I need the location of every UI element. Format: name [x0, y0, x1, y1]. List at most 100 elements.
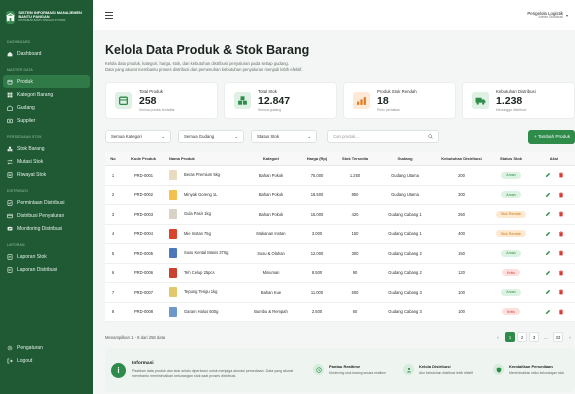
feature-kelola-distribusi: Kelola Distribusi Atur kebutuhan distribu… — [403, 364, 479, 376]
user-menu[interactable]: Pengelola Logistik Admin Distribusi ▾ — [527, 11, 568, 20]
column-header-harga-rp: Harga (Rp) — [300, 151, 334, 167]
trash-icon[interactable] — [557, 211, 564, 218]
cell-aksi — [533, 185, 575, 206]
search-icon — [428, 133, 433, 140]
cell-no: 8 — [105, 302, 121, 323]
content: Kelola Data Produk & Stok Barang Kelola … — [93, 30, 575, 393]
edit-icon[interactable] — [544, 211, 551, 218]
status-badge: Kritis — [502, 269, 520, 277]
edit-icon[interactable] — [544, 230, 551, 237]
cell-no: 2 — [105, 185, 121, 206]
cell-harga-rp: 12.000 — [300, 243, 334, 264]
sidebar-item-laporan-distribusi[interactable]: Laporan Distribusi — [0, 263, 93, 276]
cell-nama-produk: Gula Pasir 1kg — [166, 204, 242, 225]
search-input[interactable]: Cari produk... — [327, 130, 439, 144]
trash-icon[interactable] — [557, 308, 564, 315]
sidebar-item-pengaturan[interactable]: Pengaturan — [0, 341, 93, 354]
feature-pantau-realtime: Pantau Realtime Monitoring stok barang se… — [313, 364, 389, 376]
product-name: Garam Halus 500g — [184, 308, 219, 314]
sidebar-item-permintaan-distribusi[interactable]: Permintaan Distribusi — [0, 196, 93, 209]
cell-harga-rp: 8.500 — [300, 263, 334, 284]
status-badge: Stok Rendah — [495, 230, 527, 238]
page-button-3[interactable]: 3 — [529, 332, 539, 343]
sidebar-section-persediaan-stok: PERSEDIAAN STOK — [7, 135, 42, 139]
edit-icon[interactable] — [544, 308, 551, 315]
monitor-icon — [7, 226, 13, 232]
product-image — [169, 228, 177, 239]
menu-icon[interactable] — [105, 11, 113, 19]
page-button-33[interactable]: 33 — [553, 332, 563, 343]
main-area: Pengelola Logistik Admin Distribusi ▾ Ke… — [93, 0, 575, 394]
product-image — [169, 170, 177, 181]
table-row[interactable]: 1 PRD-0001 Beras Premium 5kg Bahan Pokok 75.… — [105, 165, 575, 186]
cell-nama-produk: Minyak Goreng 1L — [166, 185, 242, 206]
status-badge: Kritis — [502, 308, 520, 316]
sidebar-item-label: Pengaturan — [17, 344, 43, 351]
page-desc-line-2: Data yang akurat membantu proses distrib… — [105, 67, 303, 73]
page-button-2[interactable]: 2 — [517, 332, 527, 343]
sidebar-item-stok-barang[interactable]: Stok Barang — [0, 142, 93, 155]
cell-kode-produk: PRD-0003 — [121, 204, 166, 225]
brand[interactable]: SISTEM INFORMASI MANAJEMEN BANTU PANGAN … — [0, 0, 93, 32]
cell-kategori: Bahan Kue — [242, 282, 300, 303]
table-row[interactable]: 8 PRD-0008 Garam Halus 500g Bumbu & Rempah 2… — [105, 302, 575, 323]
table-row[interactable]: 3 PRD-0003 Gula Pasir 1kg Bahan Pokok 15.000… — [105, 204, 575, 225]
page-button-1[interactable]: 1 — [505, 332, 515, 343]
prev-page-button[interactable]: ‹ — [493, 332, 503, 342]
sidebar-item-monitoring-distribusi[interactable]: Monitoring Distribusi — [0, 222, 93, 235]
sidebar-item-dashboard[interactable]: Dashboard — [0, 47, 93, 60]
sidebar-item-kategori-barang[interactable]: Kategori Barang — [0, 88, 93, 101]
cell-gudang: Gudang Utama — [376, 165, 434, 186]
trash-icon[interactable] — [557, 191, 564, 198]
table-row[interactable]: 2 PRD-0002 Minyak Goreng 1L Bahan Pokok 18.5… — [105, 185, 575, 206]
edit-icon[interactable] — [544, 269, 551, 276]
sidebar-item-distribusi-penyaluran[interactable]: Distribusi Penyaluran — [0, 209, 93, 222]
warehouse-icon — [7, 105, 13, 111]
cell-kategori: Makanan Instan — [242, 224, 300, 245]
sidebar-item-riwayat-stok[interactable]: Riwayat Stok — [0, 168, 93, 181]
table-row[interactable]: 7 PRD-0007 Tepung Terigu 1kg Bahan Kue 11.00… — [105, 282, 575, 303]
table-row[interactable]: 6 PRD-0006 Teh Celup 25pcs Minuman 8.500 90 Gu… — [105, 263, 575, 284]
trash-icon[interactable] — [557, 250, 564, 257]
cell-kode-produk: PRD-0004 — [121, 224, 166, 245]
warehouse-select[interactable]: Semua Gudang ⌄ — [178, 130, 244, 144]
add-product-button[interactable]: + Tambah Produk — [527, 129, 575, 144]
stat-note: Semua produk terdaftar — [139, 107, 175, 112]
request-icon — [7, 199, 13, 206]
table-row[interactable]: 5 PRD-0005 Susu Kental Manis 370g Susu & Ol… — [105, 243, 575, 264]
table-row[interactable]: 4 PRD-0004 Mie Instan 75g Makanan Instan 3.0… — [105, 224, 575, 245]
edit-icon[interactable] — [544, 172, 551, 179]
sidebar-item-mutasi-stok[interactable]: Mutasi Stok — [0, 155, 93, 168]
chart-icon — [353, 91, 370, 109]
trash-icon[interactable] — [557, 269, 564, 276]
edit-icon[interactable] — [544, 250, 551, 257]
stock-status-select[interactable]: Status Stok ⌄ — [251, 130, 317, 144]
cell-no: 5 — [105, 243, 121, 264]
warehouse-select-value: Semua Gudang — [184, 134, 215, 140]
sidebar-item-logout[interactable]: Logout — [0, 354, 93, 367]
category-select[interactable]: Semua Kategori ⌄ — [105, 130, 171, 144]
cell-kode-produk: PRD-0006 — [121, 263, 166, 284]
cell-kode-produk: PRD-0002 — [121, 185, 166, 206]
sidebar-item-supplier[interactable]: Supplier — [0, 114, 93, 127]
cell-kebutuhan-distribusi: 250 — [434, 204, 489, 225]
next-page-button[interactable]: › — [565, 332, 575, 342]
sidebar-item-gudang[interactable]: Gudang — [0, 101, 93, 114]
trash-icon[interactable] — [557, 289, 564, 296]
stat-body: Kebutuhan Distribusi 1.238 Menunggu distri… — [496, 89, 536, 112]
cell-nama-produk: Teh Celup 25pcs — [166, 263, 242, 284]
cell-harga-rp: 11.000 — [300, 282, 334, 303]
sidebar-item-laporan-stok[interactable]: Laporan Stok — [0, 250, 93, 263]
cell-kebutuhan-distribusi: 100 — [434, 302, 489, 323]
chevron-down-icon: ⌄ — [307, 133, 311, 139]
edit-icon[interactable] — [544, 289, 551, 296]
edit-icon[interactable] — [544, 191, 551, 198]
sidebar-section-laporan: LAPORAN — [7, 243, 25, 247]
trash-icon[interactable] — [557, 230, 564, 237]
cell-kategori: Bahan Pokok — [242, 165, 300, 186]
cell-kebutuhan-distribusi: 120 — [434, 263, 489, 284]
sidebar-item-label: Laporan Distribusi — [17, 266, 58, 273]
sidebar-item-produk[interactable]: Produk — [3, 75, 90, 88]
chevron-down-icon: ⌄ — [234, 133, 238, 139]
trash-icon[interactable] — [557, 172, 564, 179]
